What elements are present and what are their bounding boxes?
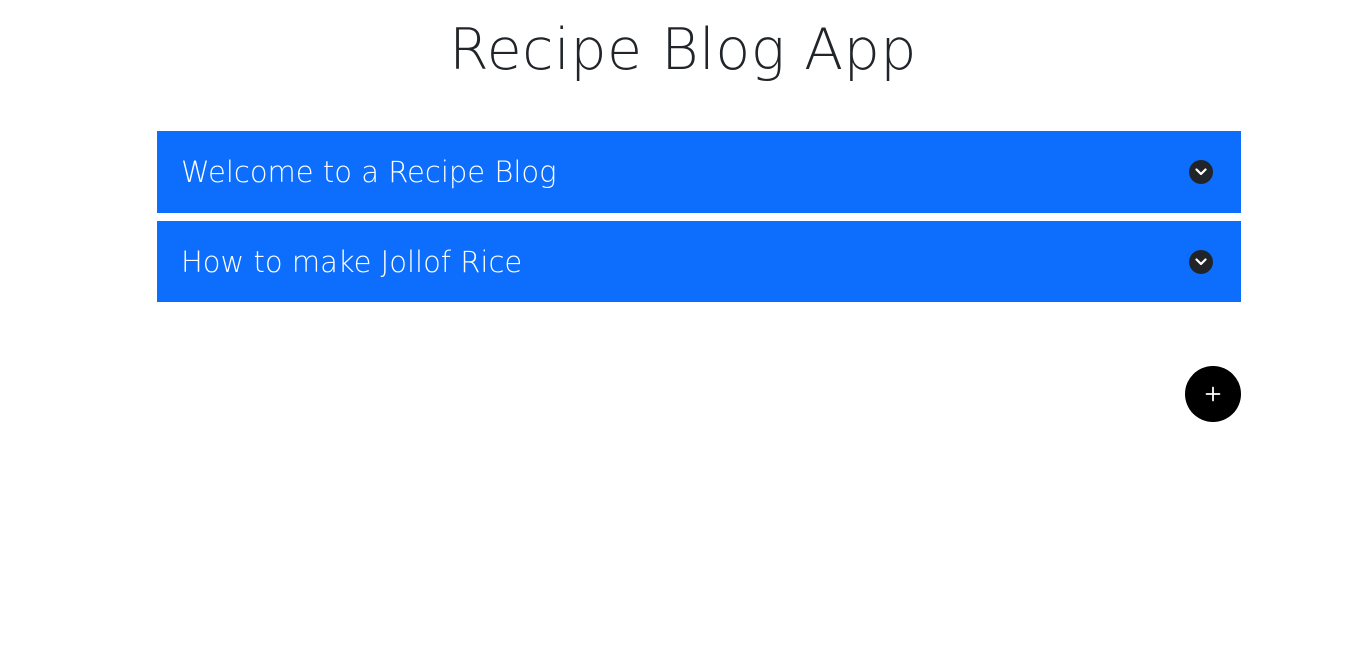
chevron-down-icon[interactable] bbox=[1189, 160, 1213, 184]
add-recipe-button[interactable] bbox=[1185, 366, 1241, 422]
recipe-accordion: Welcome to a Recipe Blog How to make Jol… bbox=[157, 131, 1241, 302]
app-page: Recipe Blog App Welcome to a Recipe Blog… bbox=[0, 0, 1366, 665]
accordion-item-title: How to make Jollof Rice bbox=[181, 244, 523, 279]
plus-icon bbox=[1205, 386, 1221, 402]
chevron-down-icon[interactable] bbox=[1189, 249, 1213, 274]
page-title: Recipe Blog App bbox=[449, 17, 917, 83]
accordion-item-welcome[interactable]: Welcome to a Recipe Blog bbox=[157, 131, 1241, 213]
accordion-item-title: Welcome to a Recipe Blog bbox=[181, 155, 557, 189]
accordion-item-jollof-rice[interactable]: How to make Jollof Rice bbox=[157, 221, 1241, 302]
